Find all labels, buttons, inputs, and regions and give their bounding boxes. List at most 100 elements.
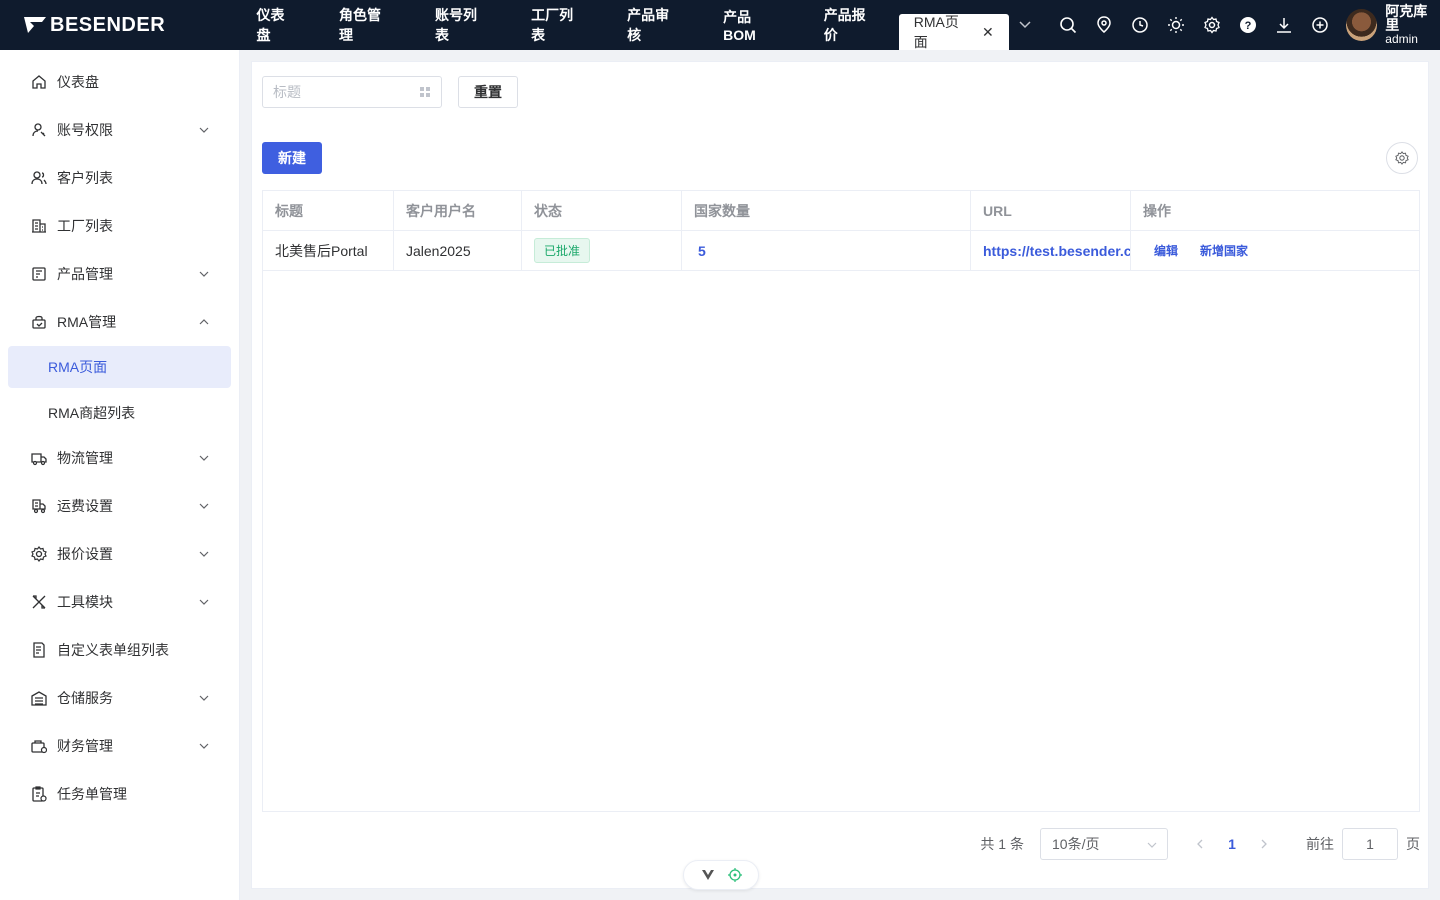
sidebar-subitem-rma-retailer-list[interactable]: RMA商超列表 [8, 392, 231, 434]
sidebar: 仪表盘 账号权限 客户列表 工厂列表 产品管理 RMA管理 RMA页面 RMA商… [0, 50, 240, 900]
avatar[interactable] [1345, 9, 1378, 41]
sidebar-item-logistics-management[interactable]: 物流管理 [0, 434, 239, 482]
tab-label: 产品审核 [627, 7, 670, 43]
prev-page-button[interactable] [1184, 839, 1216, 849]
sidebar-item-task-management[interactable]: 任务单管理 [0, 770, 239, 818]
top-icon-bar: ? [1050, 0, 1338, 50]
logo-mark-icon [24, 17, 46, 33]
gear-icon [1395, 151, 1409, 165]
sidebar-item-shipping-settings[interactable]: 运费设置 [0, 482, 239, 530]
col-header-status[interactable]: 状态 [522, 191, 682, 230]
user-menu[interactable]: 阿克库里 admin [1345, 3, 1440, 46]
tab-rma-page[interactable]: RMA页面 ✕ [898, 14, 1009, 50]
sidebar-subitem-rma-page[interactable]: RMA页面 [8, 346, 231, 388]
chevron-down-icon [199, 599, 209, 605]
tab-product-bom[interactable]: 产品BOM [702, 0, 803, 50]
tab-label: 仪表盘 [256, 7, 285, 43]
sidebar-item-label: 客户列表 [57, 170, 113, 186]
sidebar-item-tool-module[interactable]: 工具模块 [0, 578, 239, 626]
sidebar-item-rma-management[interactable]: RMA管理 [0, 298, 239, 346]
col-header-username[interactable]: 客户用户名 [394, 191, 522, 230]
task-icon [30, 785, 48, 803]
sidebar-item-label: 报价设置 [57, 546, 113, 562]
sidebar-item-finance-management[interactable]: 财务管理 [0, 722, 239, 770]
cell-title: 北美售后Portal [263, 231, 394, 270]
truck-icon [30, 449, 48, 467]
tab-factory-list[interactable]: 工厂列表 [510, 0, 606, 50]
download-icon[interactable] [1266, 0, 1302, 50]
tab-role-management[interactable]: 角色管理 [318, 0, 414, 50]
table-header-row: 标题 客户用户名 状态 国家数量 URL 操作 [263, 191, 1419, 231]
location-icon[interactable] [1086, 0, 1122, 50]
sidebar-item-custom-form-groups[interactable]: 自定义表单组列表 [0, 626, 239, 674]
edit-button[interactable]: 编辑 [1154, 242, 1178, 259]
shipping-icon [30, 497, 48, 515]
page-size-select[interactable]: 10条/页 [1040, 828, 1168, 860]
chevron-down-icon [199, 503, 209, 509]
search-icon[interactable] [1050, 0, 1086, 50]
sidebar-item-label: 财务管理 [57, 738, 113, 754]
clock-icon[interactable] [1122, 0, 1158, 50]
tab-label: 产品BOM [723, 9, 756, 43]
floating-toolbar [683, 860, 759, 890]
tab-product-quote[interactable]: 产品报价 [803, 0, 899, 50]
chevron-right-icon [1261, 839, 1267, 849]
cell-status: 已批准 [522, 231, 682, 270]
col-header-url[interactable]: URL [971, 191, 1131, 230]
sun-icon[interactable] [1158, 0, 1194, 50]
chevron-down-icon [199, 743, 209, 749]
top-tabs: 仪表盘 角色管理 账号列表 工厂列表 产品审核 产品BOM 产品报价 RMA页面… [235, 0, 1009, 50]
col-header-actions[interactable]: 操作 [1131, 191, 1419, 230]
svg-text:?: ? [1245, 20, 1252, 32]
building-icon [30, 217, 48, 235]
chevron-down-icon [199, 455, 209, 461]
sidebar-item-warehouse-service[interactable]: 仓储服务 [0, 674, 239, 722]
vue-devtools-icon[interactable] [701, 869, 715, 881]
country-count-link[interactable]: 5 [698, 243, 706, 259]
goto-page-input[interactable]: 1 [1342, 828, 1398, 860]
tab-label: 产品报价 [823, 7, 866, 43]
reset-button[interactable]: 重置 [458, 76, 518, 108]
sidebar-item-dashboard[interactable]: 仪表盘 [0, 58, 239, 106]
app-logo[interactable]: BESENDER [0, 0, 235, 50]
chevron-down-icon [199, 695, 209, 701]
sidebar-item-factory-list[interactable]: 工厂列表 [0, 202, 239, 250]
add-circle-icon[interactable] [1302, 0, 1338, 50]
product-icon [30, 265, 48, 283]
sidebar-item-label: 仪表盘 [57, 74, 99, 90]
page-suffix: 页 [1406, 836, 1420, 852]
status-badge: 已批准 [534, 238, 591, 263]
target-icon[interactable] [727, 868, 742, 882]
cell-url: https://test.besender.com [971, 231, 1131, 270]
gear-icon [30, 545, 48, 563]
add-country-button[interactable]: 新增国家 [1200, 242, 1248, 259]
cell-actions: 编辑 新增国家 [1131, 231, 1419, 270]
col-header-title[interactable]: 标题 [263, 191, 394, 230]
sidebar-item-customer-list[interactable]: 客户列表 [0, 154, 239, 202]
tab-product-review[interactable]: 产品审核 [606, 0, 702, 50]
table-settings-button[interactable] [1386, 142, 1418, 174]
page-size-value: 10条/页 [1052, 836, 1100, 852]
new-button[interactable]: 新建 [262, 142, 322, 174]
grid-icon [420, 87, 430, 97]
tab-dashboard[interactable]: 仪表盘 [235, 0, 318, 50]
tab-close-icon[interactable]: ✕ [982, 24, 994, 41]
next-page-button[interactable] [1248, 839, 1280, 849]
tabs-dropdown-icon[interactable] [1009, 0, 1042, 50]
sidebar-item-product-management[interactable]: 产品管理 [0, 250, 239, 298]
title-search-input[interactable]: 标题 [262, 76, 442, 108]
goto-label: 前往 [1306, 836, 1334, 852]
sidebar-item-account-permissions[interactable]: 账号权限 [0, 106, 239, 154]
settings-icon[interactable] [1194, 0, 1230, 50]
sidebar-item-quote-settings[interactable]: 报价设置 [0, 530, 239, 578]
col-header-country-count[interactable]: 国家数量 [682, 191, 971, 230]
tab-account-list[interactable]: 账号列表 [414, 0, 510, 50]
sidebar-item-label: 产品管理 [57, 266, 113, 282]
page-number-current[interactable]: 1 [1216, 836, 1248, 852]
help-icon[interactable]: ? [1230, 0, 1266, 50]
url-link[interactable]: https://test.besender.com [983, 243, 1130, 259]
users-icon [30, 169, 48, 187]
sidebar-item-label: 自定义表单组列表 [57, 642, 169, 658]
user-name: 阿克库里 [1385, 3, 1428, 33]
search-placeholder: 标题 [273, 84, 301, 100]
